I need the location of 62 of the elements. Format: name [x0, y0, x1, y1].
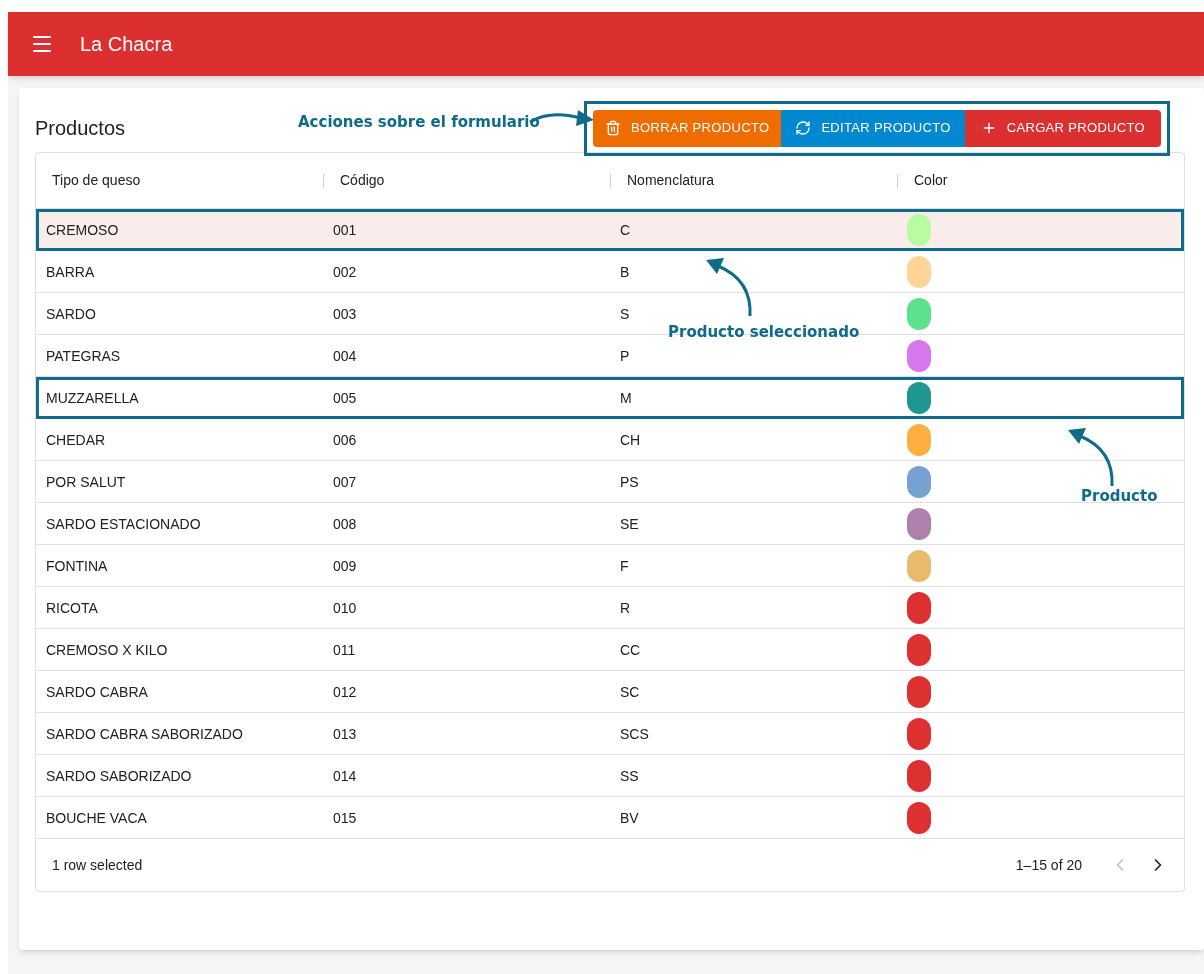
table-cell: CHEDAR: [46, 431, 106, 448]
table-cell: CC: [620, 641, 641, 658]
table-cell: S: [620, 305, 630, 322]
column-header[interactable]: Código: [324, 170, 401, 191]
table-cell: SARDO CABRA: [46, 683, 148, 700]
table-cell: SARDO SABORIZADO: [46, 767, 192, 784]
action-button[interactable]: EDITAR PRODUCTO: [781, 109, 965, 147]
outlined-row[interactable]: MUZZARELLA 005 M: [36, 377, 1184, 419]
table-cell: 013: [333, 725, 357, 742]
table-cell: SE: [620, 515, 639, 532]
table-cell: 005: [333, 389, 357, 406]
selection-count: 1 row selected: [52, 855, 143, 875]
table-cell: CREMOSO X KILO: [46, 641, 168, 658]
selected-row[interactable]: CREMOSO 001 C: [36, 209, 1184, 251]
table-cell: 001: [333, 221, 357, 238]
table-cell: RICOTA: [46, 599, 98, 616]
table-cell: M: [620, 389, 632, 406]
annotation-label: Acciones sobre el formulario: [298, 112, 540, 133]
table-cell: 012: [333, 683, 357, 700]
table-cell: B: [620, 263, 630, 280]
table-cell: SC: [620, 683, 640, 700]
table-cell: 015: [333, 809, 357, 826]
trash-icon: [605, 120, 622, 136]
card-title: Productos: [35, 116, 126, 141]
table-cell: 010: [333, 599, 357, 616]
refresh-icon: [795, 120, 812, 136]
table-cell: MUZZARELLA: [46, 389, 139, 406]
action-button[interactable]: CARGAR PRODUCTO: [964, 109, 1161, 147]
page-range: 1–15 of 20: [1015, 855, 1082, 875]
table-cell: FONTINA: [46, 557, 108, 574]
table-cell: PATEGRAS: [46, 347, 121, 364]
table-cell: SARDO CABRA SABORIZADO: [46, 725, 243, 742]
annotation-label: Producto: [1081, 486, 1158, 507]
table-cell: POR SALUT: [46, 473, 126, 490]
table-cell: BV: [620, 809, 639, 826]
table-cell: 002: [333, 263, 357, 280]
table-cell: BARRA: [46, 263, 95, 280]
table-cell: 006: [333, 431, 357, 448]
table-cell: C: [620, 221, 631, 238]
table-cell: 003: [333, 305, 357, 322]
table-cell: CH: [620, 431, 641, 448]
annotation-label: Producto seleccionado: [668, 322, 860, 343]
table-cell: R: [620, 599, 631, 616]
table-cell: F: [620, 557, 629, 574]
table-cell: CREMOSO: [46, 221, 119, 238]
table-cell: 004: [333, 347, 357, 364]
column-header[interactable]: Tipo de queso: [36, 170, 157, 191]
table-cell: 008: [333, 515, 357, 532]
table-cell: SCS: [620, 725, 649, 742]
table-cell: SARDO ESTACIONADO: [46, 515, 201, 532]
table-cell: 007: [333, 473, 357, 490]
table-cell: 011: [333, 641, 356, 658]
table-cell: P: [620, 347, 630, 364]
table-cell: SARDO: [46, 305, 96, 322]
table-cell: BOUCHE VACA: [46, 809, 147, 826]
table-cell: 009: [333, 557, 357, 574]
column-header[interactable]: Nomenclatura: [611, 170, 731, 191]
table-cell: 014: [333, 767, 357, 784]
app-title: La Chacra: [80, 32, 173, 57]
table-cell: SS: [620, 767, 639, 784]
column-header[interactable]: Color: [898, 170, 964, 191]
table-cell: PS: [620, 473, 639, 490]
